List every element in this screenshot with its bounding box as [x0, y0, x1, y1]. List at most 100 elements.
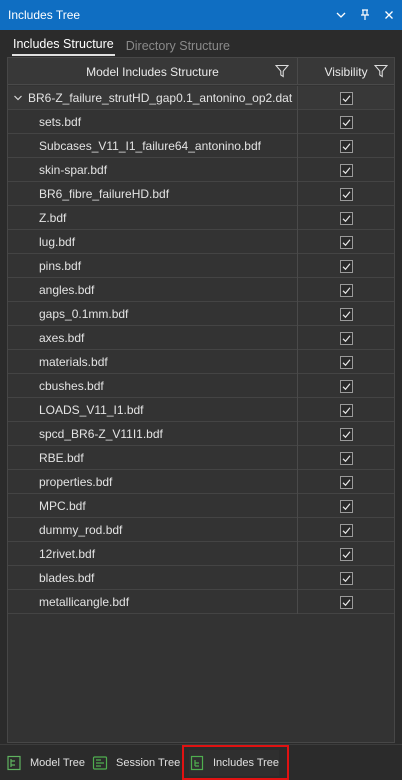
visibility-checkbox[interactable]	[339, 427, 353, 441]
tree-row[interactable]: sets.bdf	[8, 110, 394, 134]
tree-row-label: gaps_0.1mm.bdf	[39, 307, 129, 321]
visibility-cell	[298, 278, 394, 302]
bottom-tab-session-tree[interactable]: Session Tree	[92, 750, 180, 776]
tree-row[interactable]: LOADS_V11_I1.bdf	[8, 398, 394, 422]
visibility-checkbox[interactable]	[339, 475, 353, 489]
tree-row-name-cell: MPC.bdf	[8, 494, 298, 518]
tree-row-label: RBE.bdf	[39, 451, 84, 465]
visibility-cell	[298, 254, 394, 278]
tree-row[interactable]: BR6_fibre_failureHD.bdf	[8, 182, 394, 206]
tree-row[interactable]: skin-spar.bdf	[8, 158, 394, 182]
visibility-checkbox[interactable]	[339, 139, 353, 153]
tree-row-label: properties.bdf	[39, 475, 113, 489]
close-icon[interactable]	[378, 4, 400, 26]
visibility-checkbox[interactable]	[339, 283, 353, 297]
tree-row-name-cell: pins.bdf	[8, 254, 298, 278]
visibility-cell	[298, 518, 394, 542]
visibility-checkbox[interactable]	[339, 523, 353, 537]
visibility-cell	[298, 350, 394, 374]
visibility-cell	[298, 230, 394, 254]
visibility-cell	[298, 182, 394, 206]
chevron-down-icon[interactable]	[330, 4, 352, 26]
visibility-checkbox[interactable]	[339, 331, 353, 345]
tree-row[interactable]: materials.bdf	[8, 350, 394, 374]
tree-row-label: cbushes.bdf	[39, 379, 104, 393]
column-header-visibility[interactable]: Visibility	[298, 58, 394, 85]
column-header-structure-label: Model Includes Structure	[86, 64, 219, 79]
tree-row-name-cell: Z.bdf	[8, 206, 298, 230]
filter-icon[interactable]	[275, 64, 289, 78]
tree-row[interactable]: angles.bdf	[8, 278, 394, 302]
visibility-checkbox[interactable]	[339, 355, 353, 369]
visibility-checkbox[interactable]	[339, 307, 353, 321]
chevron-down-icon[interactable]	[12, 92, 24, 104]
visibility-checkbox[interactable]	[339, 379, 353, 393]
visibility-cell	[298, 86, 394, 110]
tree-row[interactable]: cbushes.bdf	[8, 374, 394, 398]
tree-row[interactable]: lug.bdf	[8, 230, 394, 254]
visibility-checkbox[interactable]	[339, 115, 353, 129]
visibility-cell	[298, 446, 394, 470]
visibility-checkbox[interactable]	[339, 547, 353, 561]
tree-row-label: angles.bdf	[39, 283, 95, 297]
visibility-checkbox[interactable]	[339, 595, 353, 609]
tree-row[interactable]: RBE.bdf	[8, 446, 394, 470]
tree-row[interactable]: gaps_0.1mm.bdf	[8, 302, 394, 326]
visibility-checkbox[interactable]	[339, 259, 353, 273]
tree-row[interactable]: axes.bdf	[8, 326, 394, 350]
tab-includes-structure[interactable]: Includes Structure	[12, 37, 115, 56]
tree-row-name-cell: Subcases_V11_I1_failure64_antonino.bdf	[8, 134, 298, 158]
bottom-tab-model-tree[interactable]: Model Tree	[6, 750, 85, 776]
tree-row[interactable]: pins.bdf	[8, 254, 394, 278]
tree-row[interactable]: Z.bdf	[8, 206, 394, 230]
tree-row-name-cell: RBE.bdf	[8, 446, 298, 470]
visibility-checkbox[interactable]	[339, 91, 353, 105]
tree-row-name-cell: dummy_rod.bdf	[8, 518, 298, 542]
tree-row[interactable]: 12rivet.bdf	[8, 542, 394, 566]
filter-icon[interactable]	[374, 64, 388, 78]
tree-row-label: pins.bdf	[39, 259, 82, 273]
tree-root-row[interactable]: BR6-Z_failure_strutHD_gap0.1_antonino_op…	[8, 86, 394, 110]
tree-row[interactable]: spcd_BR6-Z_V11I1.bdf	[8, 422, 394, 446]
visibility-checkbox[interactable]	[339, 187, 353, 201]
tree-row-label: LOADS_V11_I1.bdf	[39, 403, 144, 417]
column-header-structure[interactable]: Model Includes Structure	[8, 58, 298, 85]
tab-directory-structure[interactable]: Directory Structure	[125, 39, 231, 56]
visibility-cell	[298, 302, 394, 326]
tree-row-label: blades.bdf	[39, 571, 95, 585]
visibility-checkbox[interactable]	[339, 211, 353, 225]
tree-row[interactable]: dummy_rod.bdf	[8, 518, 394, 542]
visibility-checkbox[interactable]	[339, 235, 353, 249]
visibility-cell	[298, 566, 394, 590]
visibility-cell	[298, 542, 394, 566]
tree-row-name-cell: properties.bdf	[8, 470, 298, 494]
tree-row-label: skin-spar.bdf	[39, 163, 108, 177]
tree-row-label: lug.bdf	[39, 235, 76, 249]
tree-row-name-cell: cbushes.bdf	[8, 374, 298, 398]
visibility-checkbox[interactable]	[339, 571, 353, 585]
tree-row[interactable]: blades.bdf	[8, 566, 394, 590]
tree-root-label: BR6-Z_failure_strutHD_gap0.1_antonino_op…	[28, 91, 293, 105]
tree-row[interactable]: properties.bdf	[8, 470, 394, 494]
visibility-checkbox[interactable]	[339, 499, 353, 513]
tree-row-label: BR6_fibre_failureHD.bdf	[39, 187, 170, 201]
bottom-tab-model-tree-label: Model Tree	[30, 757, 86, 769]
tree-row-label: axes.bdf	[39, 331, 85, 345]
tree-row[interactable]: metallicangle.bdf	[8, 590, 394, 614]
tree-row-label: 12rivet.bdf	[39, 547, 96, 561]
visibility-cell	[298, 110, 394, 134]
visibility-cell	[298, 374, 394, 398]
panel-titlebar: Includes Tree	[0, 0, 402, 30]
tree-row[interactable]: Subcases_V11_I1_failure64_antonino.bdf	[8, 134, 394, 158]
pin-icon[interactable]	[354, 4, 376, 26]
visibility-checkbox[interactable]	[339, 451, 353, 465]
visibility-checkbox[interactable]	[339, 403, 353, 417]
tree-row-label: sets.bdf	[39, 115, 82, 129]
visibility-checkbox[interactable]	[339, 163, 353, 177]
column-header-visibility-label: Visibility	[324, 64, 368, 79]
tree-row-name-cell: lug.bdf	[8, 230, 298, 254]
tree-row-name-cell: gaps_0.1mm.bdf	[8, 302, 298, 326]
structure-tabs: Includes Structure Directory Structure	[0, 30, 402, 56]
model-tree-icon	[7, 755, 21, 771]
tree-row[interactable]: MPC.bdf	[8, 494, 394, 518]
